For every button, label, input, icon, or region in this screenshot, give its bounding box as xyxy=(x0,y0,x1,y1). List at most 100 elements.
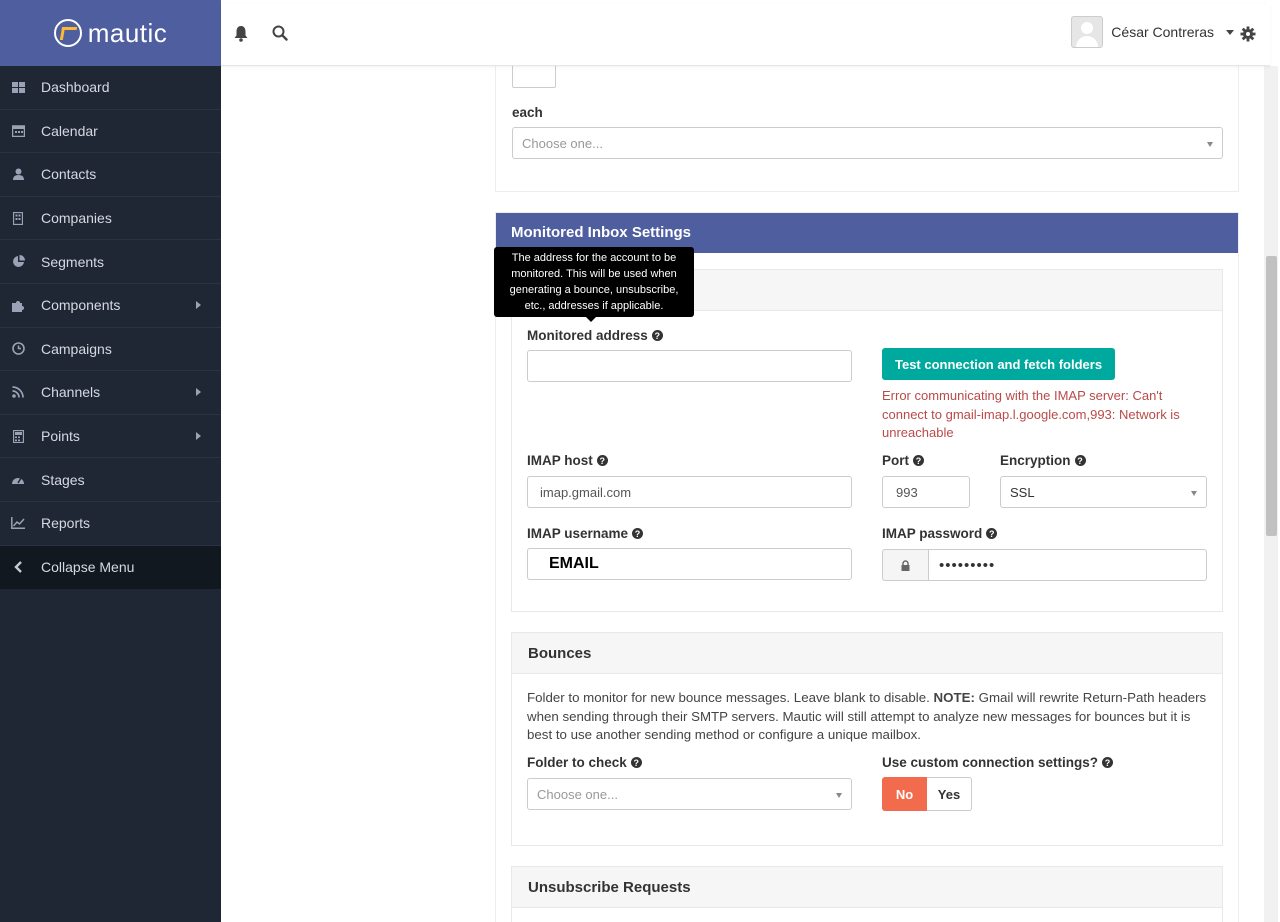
help-icon[interactable]: ? xyxy=(986,528,998,539)
each-select-value: Choose one... xyxy=(522,135,603,151)
collapse-menu-button[interactable]: Collapse Menu xyxy=(0,545,221,590)
line-chart-icon xyxy=(10,516,26,530)
imap-host-input[interactable]: imap.gmail.com xyxy=(527,476,852,508)
chevron-right-icon xyxy=(196,388,201,397)
imap-host-label: IMAP host ? xyxy=(527,453,608,468)
calendar-icon xyxy=(10,124,26,138)
sidebar-item-label: Dashboard xyxy=(41,79,110,96)
bounces-panel: Bounces Folder to monitor for new bounce… xyxy=(511,632,1223,846)
user-menu[interactable]: César Contreras xyxy=(1071,16,1234,48)
unsubscribe-title: Unsubscribe Requests xyxy=(512,867,1222,908)
schedule-panel: each Choose one... xyxy=(495,66,1239,192)
port-label: Port ? xyxy=(882,453,924,468)
rss-icon xyxy=(10,385,26,399)
sidebar: mautic Dashboard Calendar Contacts Compa… xyxy=(0,0,221,922)
caret-down-icon xyxy=(836,793,842,798)
puzzle-icon xyxy=(10,298,26,312)
brand-logo[interactable]: mautic xyxy=(0,0,221,66)
sidebar-item-label: Points xyxy=(41,428,80,445)
sidebar-item-campaigns[interactable]: Campaigns xyxy=(0,328,221,372)
collapse-menu-label: Collapse Menu xyxy=(41,559,135,576)
test-connection-button[interactable]: Test connection and fetch folders xyxy=(882,348,1116,380)
imap-username-label-text: IMAP username xyxy=(527,526,629,541)
imap-host-label-text: IMAP host xyxy=(527,453,593,468)
caret-down-icon xyxy=(1207,142,1213,147)
sidebar-item-companies[interactable]: Companies xyxy=(0,197,221,241)
sidebar-item-points[interactable]: Points xyxy=(0,415,221,459)
encryption-label: Encryption ? xyxy=(1000,453,1086,468)
sidebar-item-label: Contacts xyxy=(41,166,97,183)
each-select[interactable]: Choose one... xyxy=(512,127,1223,159)
sidebar-item-label: Companies xyxy=(41,210,112,227)
monitored-address-label-text: Monitored address xyxy=(527,328,648,343)
custom-connection-toggle: No Yes xyxy=(882,777,972,811)
imap-password-label-text: IMAP password xyxy=(882,526,983,541)
port-label-text: Port xyxy=(882,453,909,468)
toggle-no-button[interactable]: No xyxy=(882,777,927,811)
lock-icon xyxy=(882,549,928,581)
monitored-address-input[interactable] xyxy=(527,350,852,382)
imap-password-label: IMAP password ? xyxy=(882,526,998,541)
tachometer-icon xyxy=(10,473,26,487)
imap-settings-panel: Monitored address ? Test connection and … xyxy=(511,269,1223,612)
sidebar-item-reports[interactable]: Reports xyxy=(0,502,221,546)
monitored-inbox-panel: Monitored Inbox Settings Monitored addre… xyxy=(495,212,1239,922)
monitored-address-label: Monitored address ? xyxy=(527,328,663,343)
user-name: César Contreras xyxy=(1111,24,1214,40)
each-label: each xyxy=(512,105,543,120)
pie-chart-icon xyxy=(10,255,26,269)
frequency-number-input[interactable] xyxy=(512,66,556,88)
bounces-title: Bounces xyxy=(512,633,1222,674)
folder-to-check-label: Folder to check ? xyxy=(527,755,642,770)
sidebar-item-calendar[interactable]: Calendar xyxy=(0,110,221,154)
encryption-select-value: SSL xyxy=(1010,484,1035,500)
help-icon[interactable]: ? xyxy=(651,330,663,341)
bounces-description: Folder to monitor for new bounce message… xyxy=(527,689,1212,745)
chevron-left-icon xyxy=(10,560,26,574)
page-scrollbar[interactable] xyxy=(1264,66,1278,922)
sidebar-item-label: Reports xyxy=(41,515,91,532)
help-icon[interactable]: ? xyxy=(1102,757,1114,768)
help-icon[interactable]: ? xyxy=(632,528,644,539)
imap-error-message: Error communicating with the IMAP server… xyxy=(882,388,1180,440)
bell-icon[interactable] xyxy=(233,25,251,43)
search-icon[interactable] xyxy=(272,25,290,43)
user-icon xyxy=(10,167,26,181)
sidebar-item-label: Segments xyxy=(41,253,105,270)
mautic-logo-icon xyxy=(53,19,82,47)
help-icon[interactable]: ? xyxy=(596,455,608,466)
bounces-note: NOTE: xyxy=(933,690,975,705)
sidebar-item-label: Calendar xyxy=(41,122,98,139)
encryption-select[interactable]: SSL xyxy=(1000,476,1207,508)
avatar xyxy=(1071,16,1104,48)
folder-to-check-select[interactable]: Choose one... xyxy=(527,778,852,810)
gear-icon[interactable] xyxy=(1240,26,1258,44)
sidebar-item-contacts[interactable]: Contacts xyxy=(0,153,221,197)
imap-password-group: ••••••••• xyxy=(882,549,1207,581)
sidebar-item-dashboard[interactable]: Dashboard xyxy=(0,66,221,110)
calculator-icon xyxy=(10,429,26,443)
folder-to-check-label-text: Folder to check xyxy=(527,755,627,770)
scrollbar-thumb[interactable] xyxy=(1266,256,1277,536)
help-icon[interactable]: ? xyxy=(913,455,924,466)
monitored-address-tooltip: The address for the account to be monito… xyxy=(494,247,694,322)
chevron-right-icon xyxy=(196,301,201,310)
custom-connection-label-text: Use custom connection settings? xyxy=(882,755,1099,770)
help-icon[interactable]: ? xyxy=(1074,455,1086,466)
sidebar-item-label: Campaigns xyxy=(41,340,112,357)
help-icon[interactable]: ? xyxy=(630,757,642,768)
sidebar-item-label: Components xyxy=(41,297,121,314)
folder-select-value: Choose one... xyxy=(537,786,618,802)
sidebar-item-segments[interactable]: Segments xyxy=(0,240,221,284)
sidebar-item-stages[interactable]: Stages xyxy=(0,458,221,502)
custom-connection-label: Use custom connection settings? ? xyxy=(882,755,1114,770)
main-nav: Dashboard Calendar Contacts Companies Se… xyxy=(0,66,221,590)
top-bar: César Contreras xyxy=(221,4,1270,66)
caret-down-icon xyxy=(1226,29,1234,35)
imap-username-input[interactable]: EMAIL xyxy=(527,548,852,580)
sidebar-item-channels[interactable]: Channels xyxy=(0,371,221,415)
port-input[interactable]: 993 xyxy=(882,476,970,508)
imap-password-input[interactable]: ••••••••• xyxy=(928,549,1207,581)
sidebar-item-components[interactable]: Components xyxy=(0,284,221,328)
toggle-yes-button[interactable]: Yes xyxy=(927,777,972,811)
